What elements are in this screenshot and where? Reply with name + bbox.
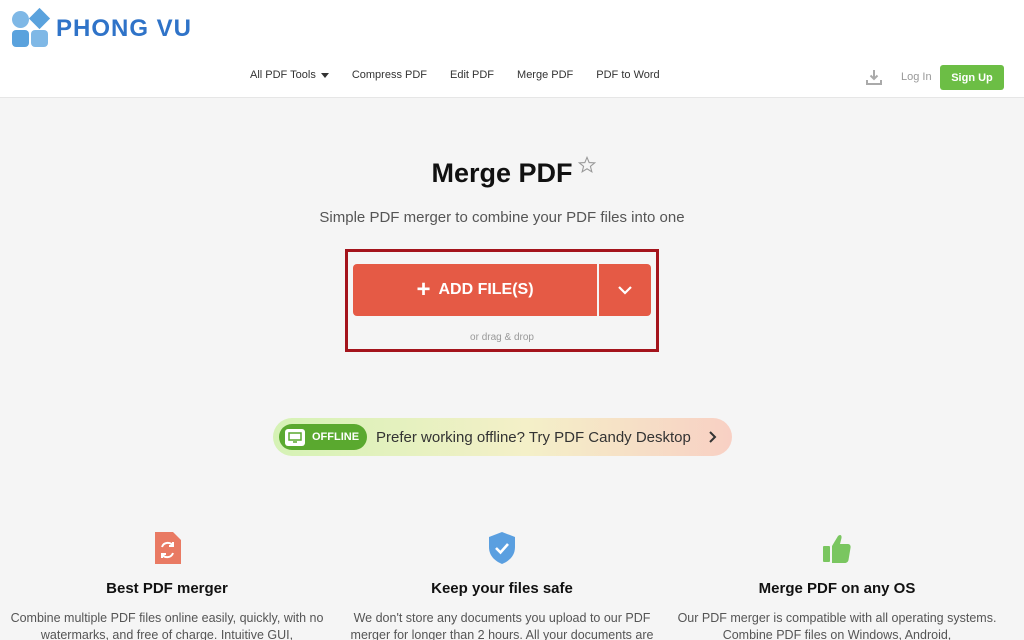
nav-compress-pdf[interactable]: Compress PDF [352,69,427,81]
plus-icon: + [416,276,431,303]
add-files-button[interactable]: + ADD FILE(S) [353,264,597,316]
thumbs-up-icon [823,534,851,563]
feature-text: We don't store any documents you upload … [350,611,654,640]
download-icon[interactable] [865,68,883,86]
feature-title: Best PDF merger [106,580,228,597]
nav-pdf-to-word[interactable]: PDF to Word [596,69,659,81]
monitor-icon [285,428,305,446]
brand-name: PHONG VU [56,15,193,42]
star-icon[interactable] [578,156,596,174]
chevron-down-icon [618,286,632,295]
caret-down-icon [320,72,329,78]
nav-merge-pdf[interactable]: Merge PDF [517,69,573,81]
chevron-right-icon [709,431,717,443]
drag-drop-hint: or drag & drop [470,332,534,343]
feature-text: Combine multiple PDF files online easily… [10,611,324,640]
nav-edit-pdf[interactable]: Edit PDF [450,69,494,81]
refresh-file-icon [155,532,181,564]
page-title: Merge PDF [431,158,573,188]
feature-title: Merge PDF on any OS [758,580,916,597]
offline-banner[interactable]: OFFLINE Prefer working offline? Try PDF … [273,418,732,456]
nav-all-pdf-tools[interactable]: All PDF Tools [250,69,329,81]
offline-text: Prefer working offline? Try PDF Candy De… [376,428,691,446]
feature-title: Keep your files safe [431,580,573,597]
brand-logo[interactable]: PHONG VU [12,7,193,47]
add-files-dropdown-button[interactable] [599,264,651,316]
shield-check-icon [489,532,515,564]
page-subtitle: Simple PDF merger to combine your PDF fi… [319,209,685,226]
offline-badge: OFFLINE [279,424,367,450]
top-bar: PHONG VU All PDF Tools Compress PDF Edit… [0,0,1024,98]
logo-mark-icon [12,7,51,47]
signup-button[interactable]: Sign Up [940,65,1004,90]
login-link[interactable]: Log In [901,71,932,83]
main-nav: All PDF Tools Compress PDF Edit PDF Merg… [250,69,683,81]
feature-text: Our PDF merger is compatible with all op… [677,611,997,640]
